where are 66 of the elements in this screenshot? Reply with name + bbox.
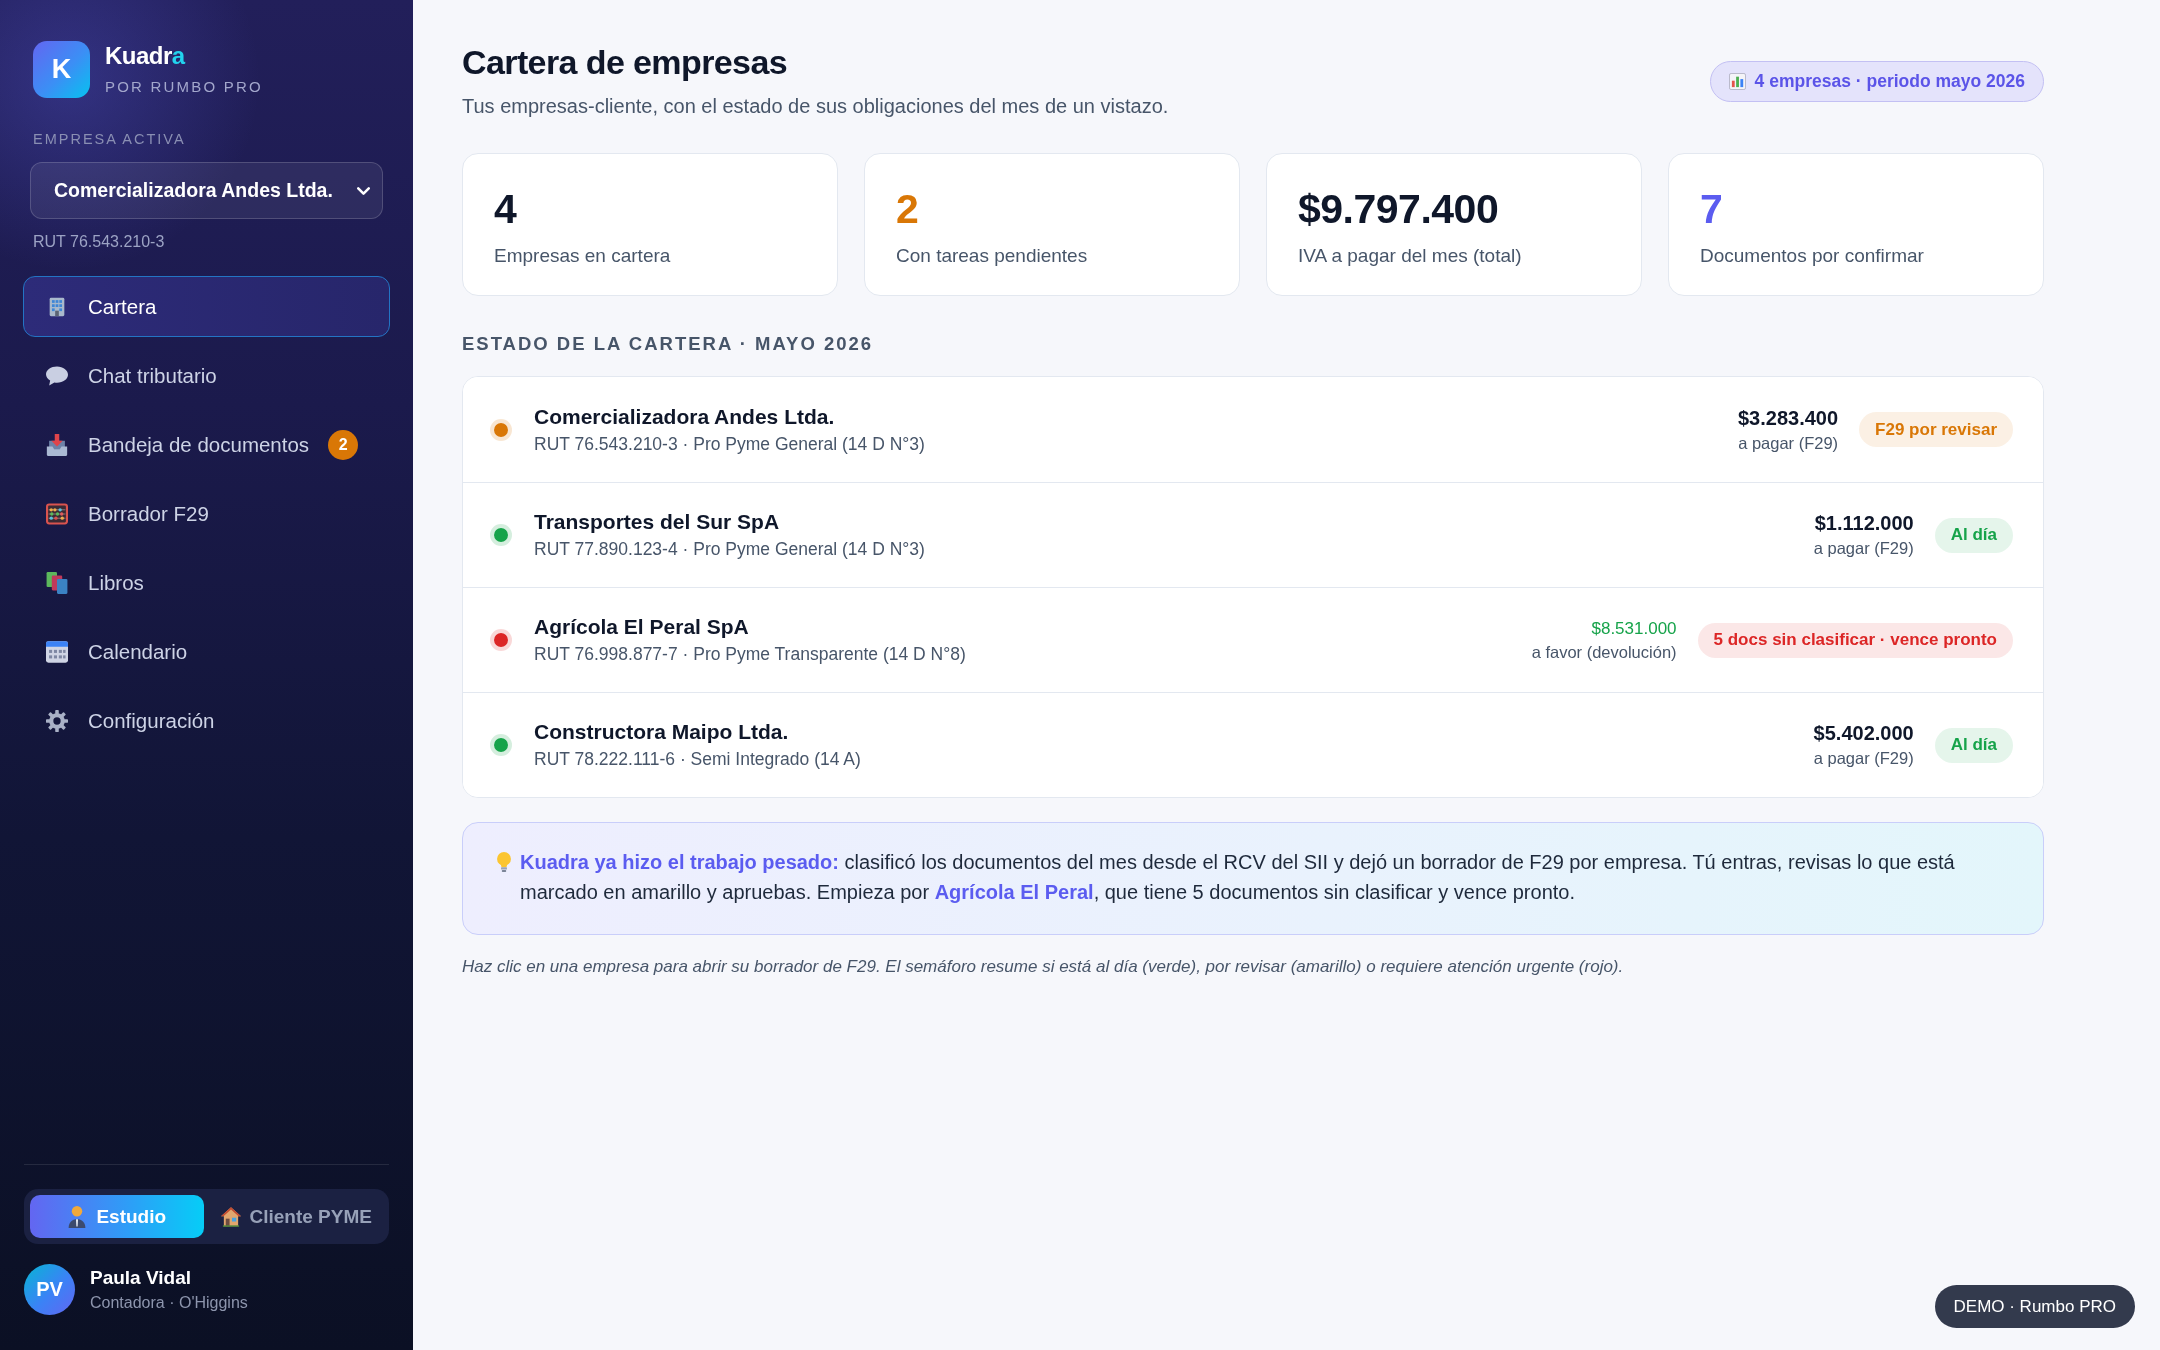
- books-icon: [46, 571, 68, 594]
- stat-value: $9.797.400: [1298, 185, 1500, 234]
- nav-item[interactable]: Configuración: [23, 690, 390, 751]
- user-role: Contadora · O'Higgins: [90, 1293, 248, 1313]
- count-badge: 2: [328, 429, 359, 460]
- brand-tagline: POR RUMBO PRO: [105, 77, 263, 96]
- demo-badge: DEMO · Rumbo PRO: [1934, 1285, 2135, 1328]
- tip-text: Kuadra ya hizo el trabajo pesado: clasificó los documentos del mes desde el RCV del SII y dejó un borrador de F29 por empresa. Tú entras, revisas lo que está marcado en amarillo y apruebas. Empieza por Agrícola El Peral, que tiene 5 documentos sin clasificar y vence pronto.: [520, 850, 1956, 905]
- status-badge: 5 docs sin clasificar · vence pronto: [1697, 622, 2013, 658]
- company-name: Agrícola El Peral SpA: [534, 614, 750, 640]
- abacus-icon: [46, 502, 68, 525]
- stat-value: 2: [896, 185, 920, 234]
- nav-item[interactable]: Borrador F29: [23, 483, 390, 544]
- brand-name: Kuadra: [105, 43, 187, 70]
- nav-item[interactable]: Chat tributario: [23, 345, 390, 406]
- person-in-suit-icon: [67, 1205, 88, 1228]
- calendar-icon: [46, 640, 68, 663]
- company-name: Transportes del Sur SpA: [534, 509, 781, 535]
- stat-label: Con tareas pendientes: [896, 244, 1089, 268]
- chevron-down-icon: [357, 186, 370, 195]
- bar-chart-icon: [1728, 72, 1746, 90]
- house-icon: [220, 1205, 241, 1228]
- mode-tab[interactable]: Cliente PYME: [209, 1195, 383, 1238]
- app-logo: K: [33, 41, 90, 98]
- company-row[interactable]: Constructora Maipo Ltda. RUT 78.222.111-6 · Semi Integrado (14 A) $5.402.000 a pagar (F29) Al día: [463, 692, 2043, 797]
- amount-caption: a favor (devolución): [1531, 641, 1677, 663]
- inbox-tray-icon: [46, 433, 68, 456]
- company-details: RUT 76.998.877-7 · Pro Pyme Transparente (14 D N°8): [534, 643, 967, 666]
- rut-text: RUT 76.543.210-3: [33, 232, 166, 252]
- company-details: RUT 77.890.123-4 · Pro Pyme General (14 D N°3): [534, 538, 926, 561]
- company-link[interactable]: Agrícola El Peral: [934, 880, 1094, 903]
- light-bulb-icon: [497, 852, 511, 872]
- nav-item[interactable]: Bandeja de documentos 2: [23, 414, 390, 475]
- footnote-text: Haz clic en una empresa para abrir su borrador de F29. El semáforo resume si está al día (verde), por revisar (amarillo) o requiere atención urgente (rojo).: [462, 956, 1625, 979]
- nav-item[interactable]: Libros: [23, 552, 390, 613]
- company-details: RUT 78.222.111-6 · Semi Integrado (14 A): [534, 748, 862, 771]
- company-select[interactable]: Comercializadora Andes Ltda.: [30, 162, 383, 219]
- page-title: Cartera de empresas: [462, 42, 788, 83]
- status-badge: F29 por revisar: [1859, 412, 2013, 447]
- section-label: EMPRESA ACTIVA: [33, 130, 187, 148]
- company-name: Constructora Maipo Ltda.: [534, 719, 790, 745]
- stat-label: Empresas en cartera: [494, 244, 672, 268]
- amount-caption: a pagar (F29): [1813, 748, 1914, 769]
- stat-label: IVA a pagar del mes (total): [1298, 244, 1523, 268]
- amount-value: $5.402.000: [1813, 721, 1914, 746]
- company-details: RUT 76.543.210-3 · Pro Pyme General (14 D N°3): [534, 432, 926, 456]
- section-heading: ESTADO DE LA CARTERA · MAYO 2026: [462, 332, 875, 356]
- stat-label: Documentos por confirmar: [1700, 244, 1925, 268]
- amount-caption: a pagar (F29): [1738, 432, 1839, 454]
- nav-item[interactable]: Cartera: [23, 276, 390, 337]
- gear-icon: [46, 709, 68, 732]
- stat-value: 7: [1700, 185, 1724, 234]
- page-subtitle: Tus empresas-cliente, con el estado de sus obligaciones del mes de un vistazo.: [462, 94, 1169, 119]
- company-name: Comercializadora Andes Ltda.: [534, 403, 836, 430]
- amount-value: $1.112.000: [1813, 511, 1914, 536]
- stat-value: 4: [494, 185, 518, 234]
- status-badge: Al día: [1934, 727, 2013, 763]
- user-avatar: PV: [24, 1264, 75, 1315]
- status-badge: Al día: [1934, 517, 2013, 553]
- amount-value: $8.531.000: [1590, 617, 1677, 640]
- period-label: 4 empresas · periodo mayo 2026: [1754, 70, 2025, 92]
- speech-bubble-icon: [46, 364, 68, 387]
- amount-value: $3.283.400: [1738, 405, 1839, 431]
- amount-caption: a pagar (F29): [1813, 538, 1914, 559]
- nav-item[interactable]: Calendario: [23, 621, 390, 682]
- user-name: Paula Vidal: [90, 1266, 193, 1289]
